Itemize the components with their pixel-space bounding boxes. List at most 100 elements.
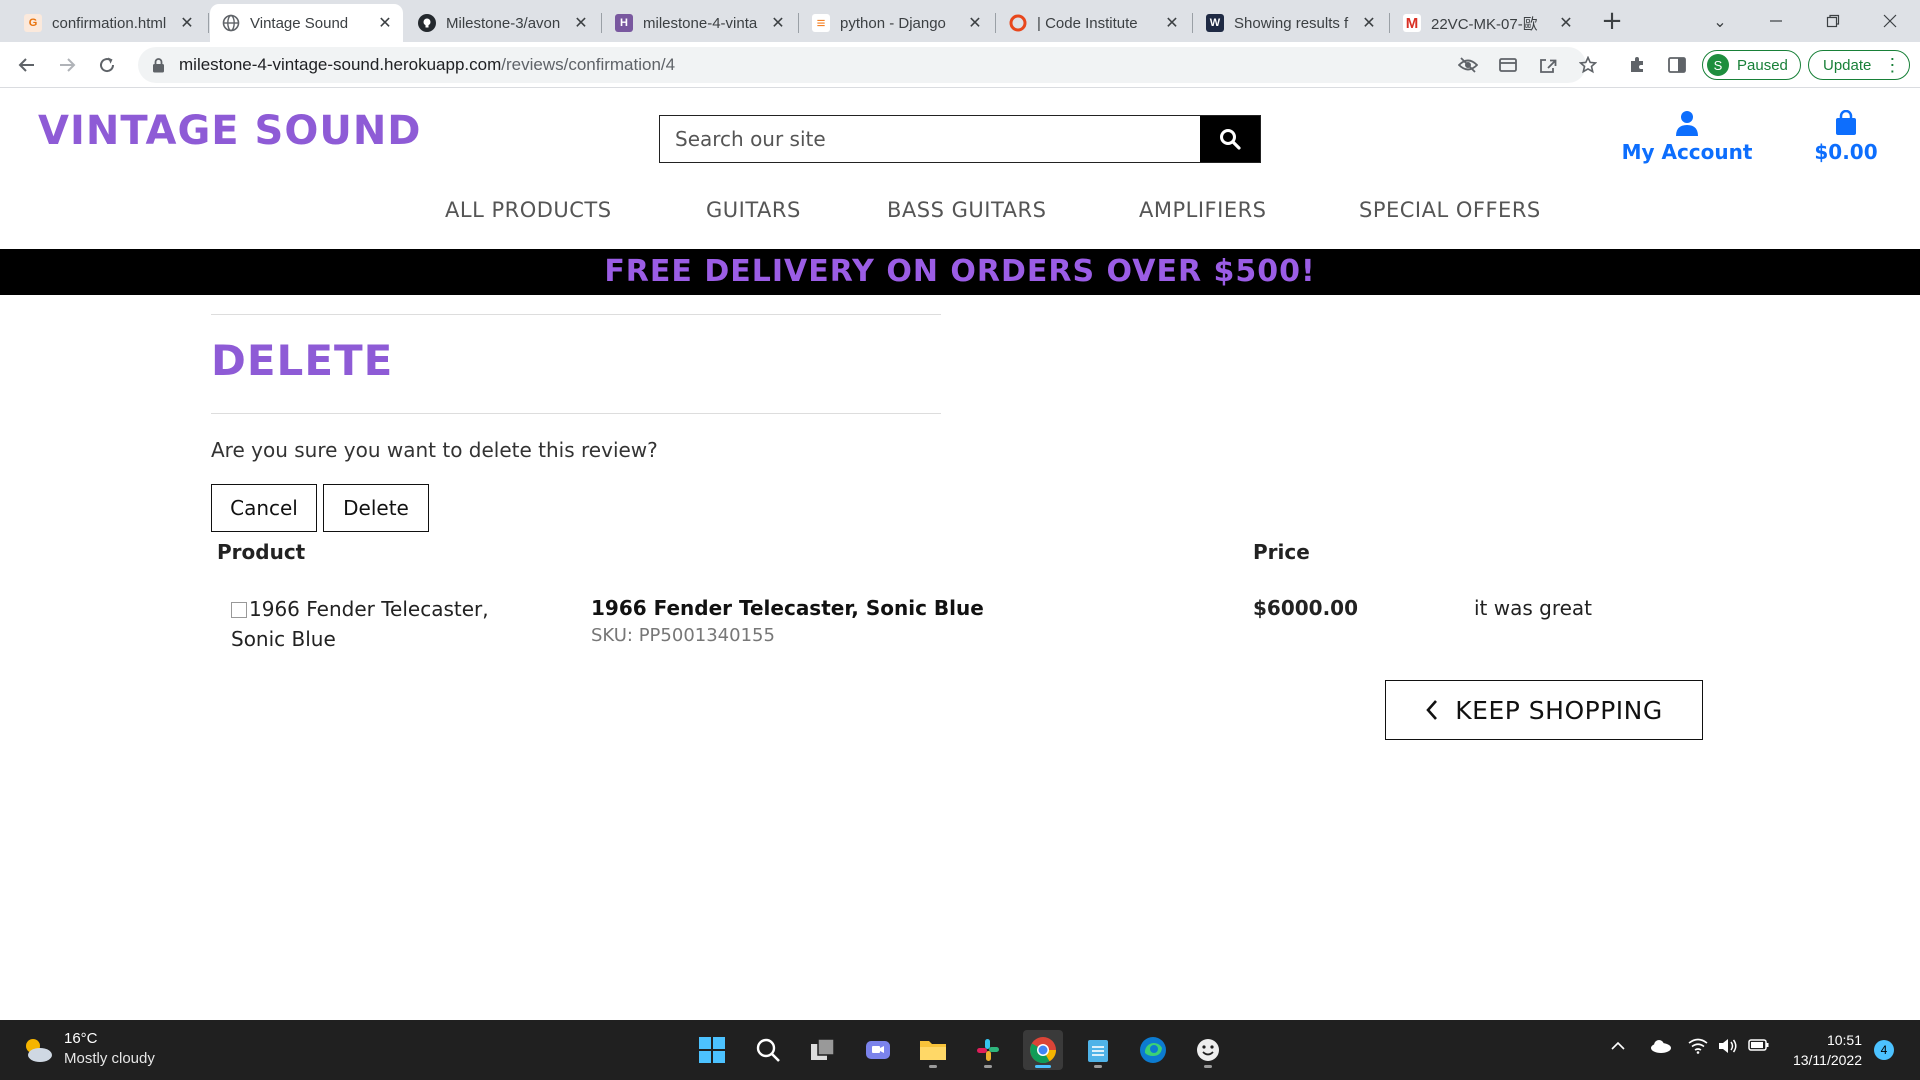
delivery-banner: FREE DELIVERY ON ORDERS OVER $500! — [0, 249, 1920, 295]
search-button[interactable] — [1200, 116, 1260, 162]
close-tab-icon[interactable]: ✕ — [1361, 13, 1377, 33]
forward-arrow-icon[interactable] — [52, 50, 82, 80]
gmail-icon: M — [1403, 14, 1421, 32]
taskbar-search-icon[interactable] — [748, 1030, 788, 1070]
shopping-bag-link[interactable]: $0.00 — [1806, 109, 1886, 164]
product-sku: SKU: PP5001340155 — [591, 625, 775, 646]
extensions-puzzle-icon[interactable] — [1622, 50, 1652, 80]
browser-tab[interactable]: M 22VC-MK-07-歐 ✕ — [1391, 4, 1584, 42]
my-account-link[interactable]: My Account — [1612, 110, 1762, 164]
file-explorer-icon[interactable] — [913, 1030, 953, 1070]
share-icon[interactable] — [1533, 50, 1563, 80]
nav-amplifiers[interactable]: AMPLIFIERS — [1139, 198, 1267, 222]
weather-temperature: 16°C — [64, 1030, 98, 1047]
close-window-button[interactable] — [1870, 4, 1910, 38]
weather-description: Mostly cloudy — [64, 1050, 155, 1067]
notepad-icon[interactable] — [1078, 1030, 1118, 1070]
browser-tab[interactable]: G confirmation.html ✕ — [12, 4, 205, 42]
url-path: /reviews/confirmation/4 — [501, 55, 676, 74]
divider — [211, 314, 941, 315]
nav-bass-guitars[interactable]: BASS GUITARS — [887, 198, 1046, 222]
g-icon: G — [24, 14, 42, 32]
new-tab-button[interactable]: + — [1592, 4, 1632, 38]
heroku-icon: H — [615, 14, 633, 32]
close-tab-icon[interactable]: ✕ — [179, 13, 195, 33]
review-text: it was great — [1474, 596, 1593, 620]
back-arrow-icon[interactable] — [12, 50, 42, 80]
close-tab-icon[interactable]: ✕ — [377, 13, 393, 33]
page-title: DELETE — [211, 336, 394, 385]
shopping-bag-icon — [1806, 109, 1886, 140]
nav-guitars[interactable]: GUITARS — [706, 198, 801, 222]
search-input[interactable] — [660, 116, 1200, 162]
confirm-question: Are you sure you want to delete this rev… — [211, 438, 658, 462]
slack-icon[interactable] — [968, 1030, 1008, 1070]
browser-tab[interactable]: ≡ python - Django ✕ — [800, 4, 993, 42]
search-results-icon: W — [1206, 14, 1224, 32]
search-icon — [1219, 128, 1241, 150]
bookmark-star-icon[interactable] — [1573, 50, 1603, 80]
url-bar[interactable]: milestone-4-vintage-sound.herokuapp.com /… — [138, 47, 1586, 83]
notification-badge[interactable]: 4 — [1874, 1040, 1894, 1060]
cancel-button[interactable]: Cancel — [211, 484, 317, 532]
battery-icon[interactable] — [1748, 1038, 1770, 1057]
close-tab-icon[interactable]: ✕ — [770, 13, 786, 33]
product-price: $6000.00 — [1253, 596, 1359, 620]
system-clock[interactable]: 10:51 13/11/2022 — [1780, 1030, 1862, 1070]
smiley-app-icon[interactable] — [1188, 1030, 1228, 1070]
lock-icon — [152, 57, 165, 73]
close-tab-icon[interactable]: ✕ — [573, 13, 589, 33]
tab-search-chevron-icon[interactable]: ⌄ — [1700, 4, 1740, 38]
nav-all-products[interactable]: ALL PRODUCTS — [445, 198, 612, 222]
site-logo[interactable]: VINTAGE SOUND — [38, 108, 422, 154]
product-name: 1966 Fender Telecaster, Sonic Blue — [591, 596, 984, 620]
browser-tab-bar: G confirmation.html ✕ Vintage Sound ✕ Mi… — [0, 0, 1920, 42]
teams-chat-icon[interactable] — [858, 1030, 898, 1070]
task-view-icon[interactable] — [803, 1030, 843, 1070]
windows-start-icon[interactable] — [692, 1030, 732, 1070]
chevron-left-icon — [1425, 699, 1439, 721]
url-domain: milestone-4-vintage-sound.herokuapp.com — [179, 55, 502, 74]
browser-tab[interactable]: W Showing results f ✕ — [1194, 4, 1387, 42]
browser-tab[interactable]: Milestone-3/avon ✕ — [406, 4, 599, 42]
browser-tab-active[interactable]: Vintage Sound ✕ — [210, 4, 403, 42]
browser-tab[interactable]: H milestone-4-vinta ✕ — [603, 4, 796, 42]
minimize-button[interactable] — [1756, 4, 1796, 38]
kebab-menu-icon: ⋮ — [1883, 54, 1902, 75]
column-header-product: Product — [217, 540, 306, 564]
divider — [211, 413, 941, 414]
reload-icon[interactable] — [92, 50, 122, 80]
close-tab-icon[interactable]: ✕ — [1164, 13, 1180, 33]
update-chrome-button[interactable]: Update ⋮ — [1808, 50, 1911, 80]
column-header-price: Price — [1253, 540, 1310, 564]
onedrive-cloud-icon[interactable] — [1650, 1038, 1672, 1059]
profile-paused-chip[interactable]: S Paused — [1702, 50, 1801, 80]
cloudy-weather-icon[interactable] — [20, 1034, 54, 1069]
nav-special-offers[interactable]: SPECIAL OFFERS — [1359, 198, 1541, 222]
user-icon — [1612, 110, 1762, 140]
avatar: S — [1707, 54, 1729, 76]
os-taskbar: 16°C Mostly cloudy 10:51 13/11/2022 4 — [0, 1020, 1920, 1080]
keep-shopping-button[interactable]: KEEP SHOPPING — [1385, 680, 1703, 740]
card-icon[interactable] — [1493, 50, 1523, 80]
eye-off-icon[interactable] — [1453, 50, 1483, 80]
broken-image-icon — [231, 602, 247, 618]
product-image-broken: 1966 Fender Telecaster, Sonic Blue — [231, 597, 489, 651]
close-tab-icon[interactable]: ✕ — [1558, 13, 1574, 33]
globe-icon — [222, 14, 240, 32]
wifi-icon[interactable] — [1688, 1038, 1708, 1059]
volume-icon[interactable] — [1718, 1038, 1738, 1059]
clock-date: 13/11/2022 — [1792, 1052, 1862, 1068]
restore-button[interactable] — [1813, 4, 1853, 38]
address-toolbar: milestone-4-vintage-sound.herokuapp.com /… — [0, 42, 1920, 88]
stackoverflow-icon: ≡ — [812, 14, 830, 32]
chevron-up-icon[interactable] — [1610, 1038, 1626, 1059]
codeinstitute-icon — [1009, 14, 1027, 32]
chrome-icon[interactable] — [1023, 1030, 1063, 1070]
close-tab-icon[interactable]: ✕ — [967, 13, 983, 33]
browser-tab[interactable]: | Code Institute ✕ — [997, 4, 1190, 42]
clock-time: 10:51 — [1826, 1032, 1862, 1048]
edge-icon[interactable] — [1133, 1030, 1173, 1070]
side-panel-icon[interactable] — [1662, 50, 1692, 80]
delete-button[interactable]: Delete — [323, 484, 429, 532]
